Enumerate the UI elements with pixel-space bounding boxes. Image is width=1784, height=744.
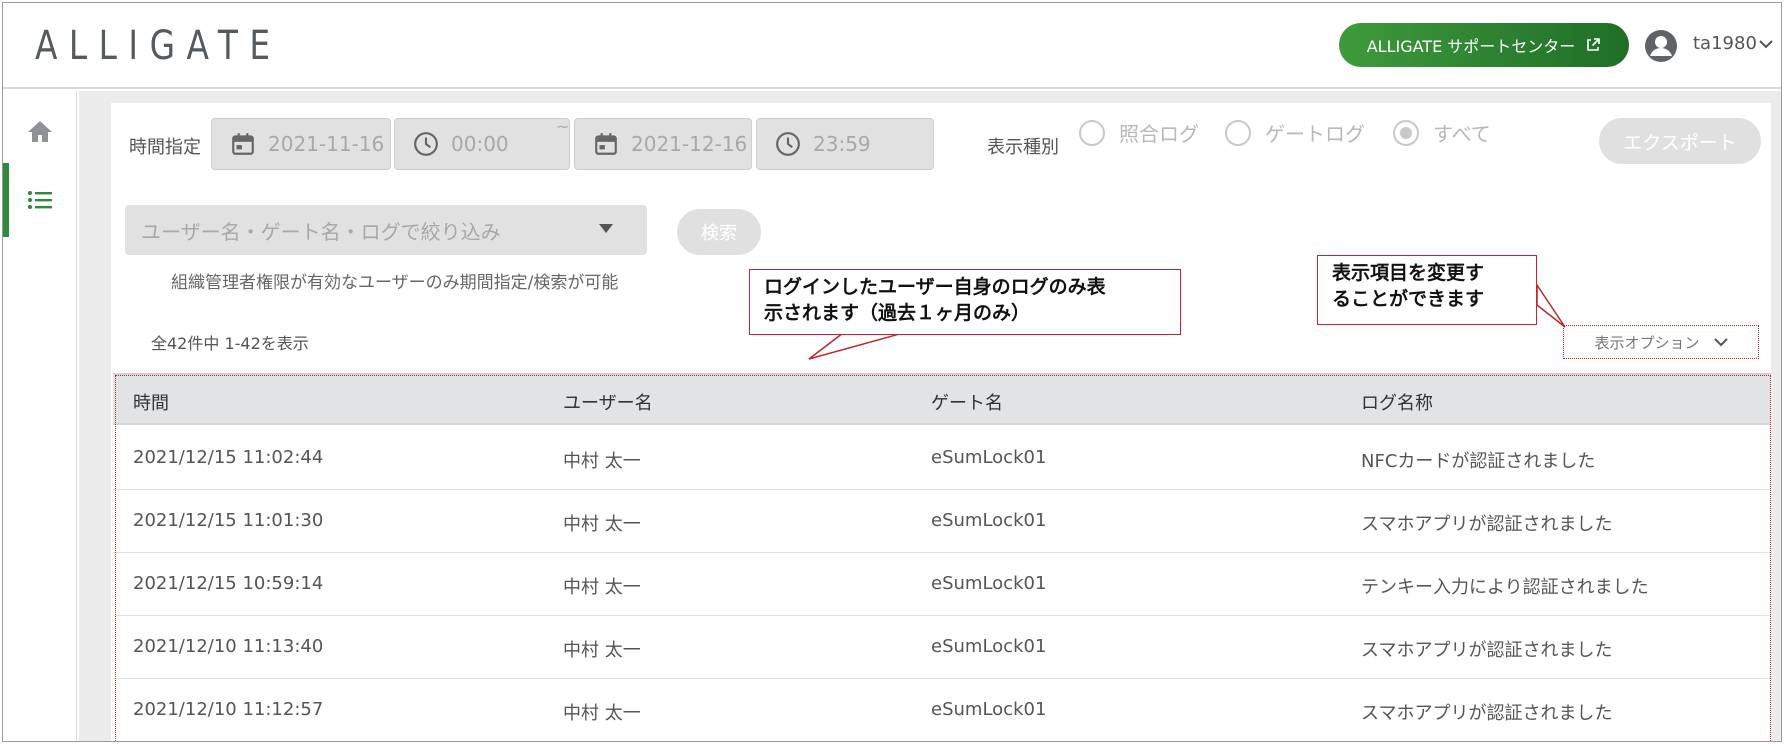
annotation-display-options: 表示項目を変更す ることができます — [1317, 255, 1537, 325]
radio-label: ゲートログ — [1265, 122, 1365, 146]
cell-gate: eSumLock01 — [931, 573, 1047, 594]
column-header-gate[interactable]: ゲート名 — [931, 389, 1003, 415]
cell-time: 2021/12/15 10:59:14 — [133, 573, 324, 594]
column-header-username[interactable]: ユーザー名 — [563, 389, 653, 415]
cell-log-name: スマホアプリが認証されました — [1361, 514, 1613, 535]
cell-gate: eSumLock01 — [931, 636, 1047, 657]
support-center-button[interactable]: ALLIGATE サポートセンター — [1339, 23, 1629, 67]
active-indicator — [3, 163, 9, 237]
cell-log-name: スマホアプリが認証されました — [1361, 640, 1613, 661]
support-center-label: ALLIGATE サポートセンター — [1366, 37, 1576, 56]
column-header-time[interactable]: 時間 — [133, 389, 169, 415]
caret-down-icon[interactable] — [599, 224, 613, 233]
clock-icon — [776, 132, 800, 156]
sidebar-item-logs[interactable] — [3, 163, 77, 237]
end-time-field[interactable]: 23:59 — [756, 118, 934, 170]
cell-time: 2021/12/15 11:02:44 — [133, 447, 324, 468]
cell-time: 2021/12/15 11:01:30 — [133, 510, 324, 531]
radio-label: 照合ログ — [1119, 122, 1199, 146]
cell-username: 中村 太一 — [563, 514, 641, 535]
table-row[interactable]: 2021/12/10 11:12:57 中村 太一 eSumLock01 スマホ… — [113, 679, 1771, 741]
alligate-logo[interactable]: ALLIGATE — [35, 23, 282, 69]
cell-username: 中村 太一 — [563, 703, 641, 724]
app-window: ALLIGATE ALLIGATE サポートセンター ta1980 時間指定 2… — [2, 2, 1782, 742]
external-link-icon — [1587, 38, 1601, 51]
cell-log-name: テンキー入力により認証されました — [1361, 577, 1649, 598]
table-row[interactable]: 2021/12/10 11:13:40 中村 太一 eSumLock01 スマホ… — [113, 616, 1771, 679]
table-row[interactable]: 2021/12/15 10:59:14 中村 太一 eSumLock01 テンキ… — [113, 553, 1771, 616]
cell-gate: eSumLock01 — [931, 447, 1047, 468]
home-icon — [28, 121, 52, 142]
annotation-own-logs: ログインしたユーザー自身のログのみ表 示されます（過去１ヶ月のみ） — [749, 269, 1181, 335]
radio-circle[interactable] — [1225, 119, 1251, 146]
cell-log-name: NFCカードが認証されました — [1361, 451, 1596, 472]
list-icon — [28, 191, 52, 209]
end-date-value: 2021-12-16 — [631, 132, 748, 156]
calendar-icon — [595, 133, 617, 155]
start-time-value: 00:00 — [451, 132, 509, 156]
search-permission-note: 組織管理者権限が有効なユーザーのみ期間指定/検索が可能 — [171, 273, 619, 293]
export-button[interactable]: エクスポート — [1599, 118, 1761, 164]
chevron-down-icon[interactable] — [1759, 39, 1773, 49]
annotation-line: 示されます（過去１ヶ月のみ） — [764, 302, 1031, 324]
sidebar — [3, 91, 77, 741]
cell-log-name: スマホアプリが認証されました — [1361, 703, 1613, 724]
annotation-line: 表示項目を変更す — [1332, 262, 1485, 284]
table-header: 時間 ユーザー名 ゲート名 ログ名称 — [113, 373, 1771, 425]
filter-search-select[interactable]: ユーザー名・ゲート名・ログで絞り込み — [125, 205, 647, 255]
calendar-icon — [232, 133, 254, 155]
clock-icon — [414, 132, 438, 156]
top-header: ALLIGATE ALLIGATE サポートセンター ta1980 — [3, 3, 1781, 89]
result-count: 全42件中 1-42を表示 — [151, 334, 309, 353]
cell-time: 2021/12/10 11:13:40 — [133, 636, 324, 657]
radio-all[interactable]: すべて — [1393, 118, 1491, 147]
chevron-down-icon — [1713, 338, 1728, 347]
log-table: 時間 ユーザー名 ゲート名 ログ名称 2021/12/15 11:02:44 中… — [113, 373, 1771, 741]
radio-circle[interactable] — [1079, 119, 1105, 146]
start-time-field[interactable]: 00:00 — [394, 118, 570, 170]
table-row[interactable]: 2021/12/15 11:01:30 中村 太一 eSumLock01 スマホ… — [113, 490, 1771, 553]
cell-username: 中村 太一 — [563, 640, 641, 661]
sidebar-item-home[interactable] — [3, 105, 77, 157]
annotation-line: ることができます — [1332, 288, 1485, 310]
radio-verification-log[interactable]: 照合ログ — [1079, 118, 1199, 147]
cell-username: 中村 太一 — [563, 451, 641, 472]
cell-gate: eSumLock01 — [931, 510, 1047, 531]
time-range-label: 時間指定 — [129, 137, 201, 158]
column-header-log-name[interactable]: ログ名称 — [1361, 389, 1433, 415]
display-options-toggle[interactable]: 表示オプション — [1563, 325, 1759, 359]
display-type-label: 表示種別 — [987, 137, 1059, 158]
search-placeholder: ユーザー名・ゲート名・ログで絞り込み — [141, 219, 501, 244]
user-avatar-icon[interactable] — [1644, 29, 1678, 63]
cell-gate: eSumLock01 — [931, 699, 1047, 720]
end-date-field[interactable]: 2021-12-16 — [574, 118, 752, 170]
start-date-field[interactable]: 2021-11-16 — [211, 118, 391, 170]
radio-label: すべて — [1433, 122, 1491, 146]
search-button[interactable]: 検索 — [677, 209, 761, 255]
range-separator: ~ — [556, 117, 570, 136]
display-option-label: 表示オプション — [1594, 333, 1700, 352]
table-row[interactable]: 2021/12/15 11:02:44 中村 太一 eSumLock01 NFC… — [113, 427, 1771, 490]
username[interactable]: ta1980 — [1693, 33, 1757, 54]
annotation-line: ログインしたユーザー自身のログのみ表 — [764, 276, 1106, 298]
start-date-value: 2021-11-16 — [268, 132, 385, 156]
end-time-value: 23:59 — [813, 132, 871, 156]
radio-circle-selected[interactable] — [1393, 119, 1419, 146]
cell-time: 2021/12/10 11:12:57 — [133, 699, 324, 720]
radio-gate-log[interactable]: ゲートログ — [1225, 118, 1365, 147]
cell-username: 中村 太一 — [563, 577, 641, 598]
